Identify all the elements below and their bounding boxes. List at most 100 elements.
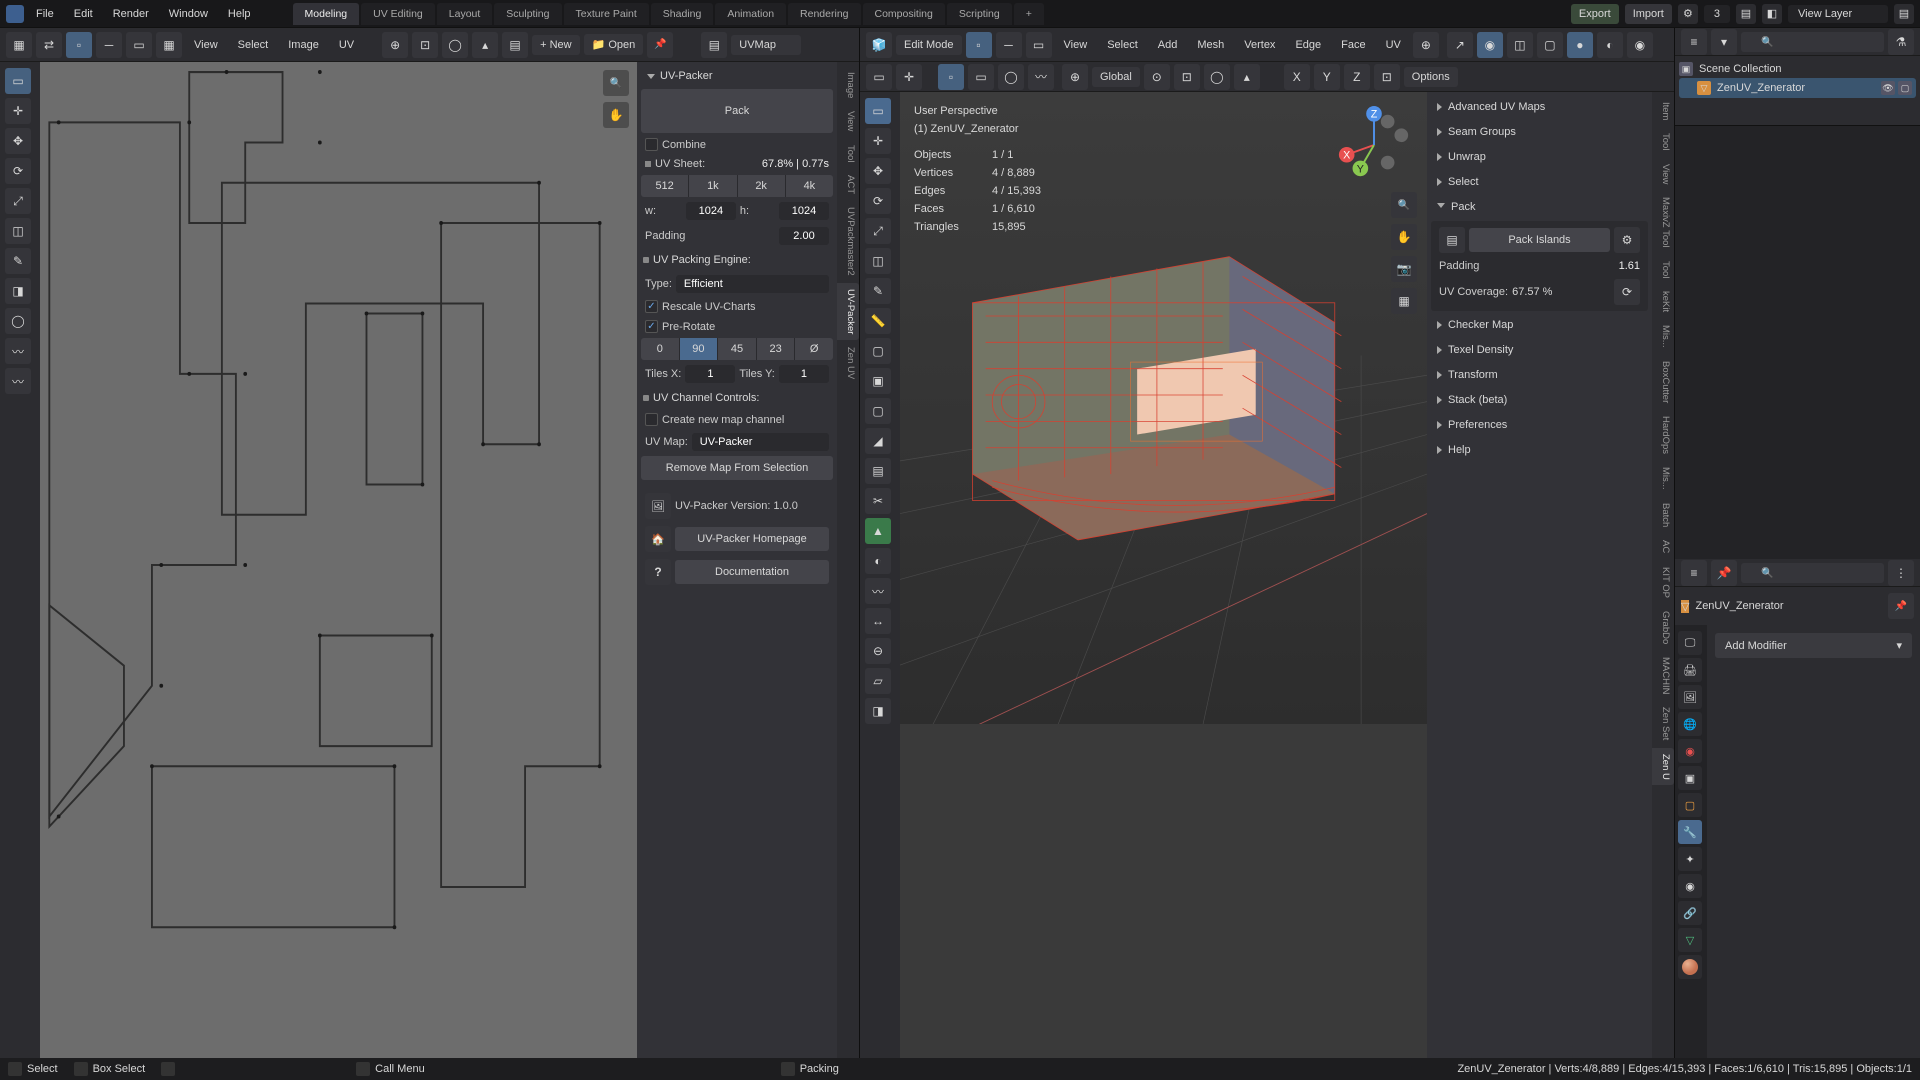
pack-settings-icon[interactable]: ⚙ [1614,227,1640,253]
vp-ntab[interactable]: View [1652,158,1674,190]
vp-cursor-icon[interactable]: ✛ [896,64,922,90]
rot-45-button[interactable]: 45 [718,338,757,360]
uv-menu-view[interactable]: View [186,35,226,55]
uv-tool-grab-icon[interactable]: ◯ [5,308,31,334]
tool-cursor-icon[interactable]: ✛ [865,128,891,154]
orientation-dropdown[interactable]: Global [1092,67,1140,87]
tool-loopcut-icon[interactable]: ▤ [865,458,891,484]
zen-section[interactable]: Advanced UV Maps [1431,96,1648,118]
vp-ntab[interactable]: GrabDo [1652,605,1674,650]
proptab-physics-icon[interactable]: ◉ [1678,874,1702,898]
res-1k-button[interactable]: 1k [689,175,737,197]
tool-rip-icon[interactable]: ◨ [865,698,891,724]
uv-pivot-icon[interactable]: ⊕ [382,32,408,58]
zen-section[interactable]: Texel Density [1431,339,1648,361]
vp-ntab[interactable]: keKit [1652,285,1674,318]
remove-map-button[interactable]: Remove Map From Selection [641,456,833,480]
uv-snap-icon[interactable]: ⊡ [412,32,438,58]
workspace-tab[interactable]: Compositing [863,3,945,25]
shading-rendered-icon[interactable]: ◉ [1627,32,1653,58]
proptab-modifier-icon[interactable]: 🔧 [1678,820,1702,844]
vp-menu-face[interactable]: Face [1333,35,1373,55]
uv-ntab[interactable]: UV-Packer [837,283,859,340]
scene-browse-icon[interactable]: ▤ [1736,4,1756,24]
vp-sellasso-icon[interactable]: 〰 [1028,64,1054,90]
workspace-tab[interactable]: Shading [651,3,714,25]
selmode-edge-icon[interactable]: ─ [996,32,1022,58]
tool-edgeslide-icon[interactable]: ↔ [865,608,891,634]
vp-ntab[interactable]: MaxivZ Tool [1652,191,1674,254]
uv-tool-rotate-icon[interactable]: ⟳ [5,158,31,184]
vp-ntab[interactable]: HardOps [1652,410,1674,460]
vp-menu-mesh[interactable]: Mesh [1189,35,1232,55]
proptab-view-icon[interactable]: 🖼 [1678,685,1702,709]
uv-menu-image[interactable]: Image [280,35,327,55]
workspace-tab[interactable]: Sculpting [494,3,561,25]
vp-menu-edge[interactable]: Edge [1287,35,1329,55]
uv-tool-pinch-icon[interactable]: 〰 [5,368,31,394]
uv-selmode-vertex-icon[interactable]: ▫ [66,32,92,58]
proptab-scene-icon[interactable]: 🌐 [1678,712,1702,736]
combine-checkbox[interactable] [645,138,658,151]
proptab-collection-icon[interactable]: ▣ [1678,766,1702,790]
viewlayer-dropdown[interactable]: View Layer [1788,5,1888,23]
props-editor-icon[interactable]: ≡ [1681,560,1707,586]
pin-icon[interactable] [647,32,673,58]
docs-button[interactable]: Documentation [675,560,829,584]
nav-gizmo[interactable]: X Y Z [1335,106,1413,184]
workspace-add[interactable]: + [1014,3,1044,25]
vp-ntab[interactable]: Mis... [1652,319,1674,354]
uv-selmode-edge-icon[interactable]: ─ [96,32,122,58]
coverage-refresh-icon[interactable]: ⟳ [1614,279,1640,305]
nav-persp-icon[interactable]: ▦ [1391,288,1417,314]
automerge-icon[interactable]: ⊡ [1374,64,1400,90]
tool-extrude-icon[interactable]: ▣ [865,368,891,394]
workspace-tab[interactable]: Texture Paint [564,3,649,25]
uv-menu-uv[interactable]: UV [331,35,362,55]
vp-ntab[interactable]: BoxCutter [1652,355,1674,409]
res-4k-button[interactable]: 4k [786,175,833,197]
zen-section[interactable]: Preferences [1431,414,1648,436]
vp-ntab[interactable]: Tool [1652,127,1674,156]
workspace-tab[interactable]: Animation [715,3,786,25]
proptab-output-icon[interactable]: 🖨 [1678,658,1702,682]
tool-polybuild-icon[interactable]: ▲ [865,518,891,544]
mode-dropdown[interactable]: Edit Mode [896,35,962,55]
prerotate-checkbox[interactable] [645,320,658,333]
tool-annotate-icon[interactable]: ✎ [865,278,891,304]
gizmo-toggle-icon[interactable]: ↗ [1447,32,1473,58]
uv-selmode-face-icon[interactable]: ▭ [126,32,152,58]
pivot-icon[interactable]: ⊙ [1144,64,1170,90]
uv-tool-select-icon[interactable]: ▭ [5,68,31,94]
rot-0-button[interactable]: 0 [641,338,680,360]
vp-ntab[interactable]: Mis... [1652,461,1674,496]
pack-button[interactable]: Pack [641,89,833,133]
uv-ntab[interactable]: Image [837,66,859,104]
workspace-tab[interactable]: Modeling [293,3,360,25]
viewport-3d[interactable]: User Perspective (1) ZenUV_Zenerator Obj… [900,92,1427,1058]
scene-number[interactable]: 3 [1704,5,1730,23]
uv-ntab[interactable]: View [837,105,859,137]
proptab-material-icon[interactable] [1678,955,1702,979]
uv-editor-canvas[interactable]: ✋ [40,62,637,1058]
uv-tool-relax-icon[interactable]: 〰 [5,338,31,364]
outliner-display-icon[interactable]: ▾ [1711,29,1737,55]
tool-measure-icon[interactable]: 📏 [865,308,891,334]
zen-section[interactable]: Checker Map [1431,314,1648,336]
workspace-tab[interactable]: Rendering [788,3,860,25]
tool-smooth-icon[interactable]: 〰 [865,578,891,604]
proptab-constraint-icon[interactable]: 🔗 [1678,901,1702,925]
nav-camera-icon[interactable]: 📷 [1391,256,1417,282]
vp-ntab[interactable]: MACHIN [1652,651,1674,700]
props-options-icon[interactable]: ⋮ [1888,560,1914,586]
vp-tweak-icon[interactable]: ▫ [938,64,964,90]
tool-rotate-icon[interactable]: ⟳ [865,188,891,214]
outliner-disable-icon[interactable]: ▢ [1898,81,1912,95]
proptab-world-icon[interactable]: ◉ [1678,739,1702,763]
falloff-icon[interactable]: ▴ [1234,64,1260,90]
viewlayer-new-icon[interactable]: ▤ [1894,4,1914,24]
vp-menu-uv[interactable]: UV [1378,35,1409,55]
zen-section-pack[interactable]: Pack [1431,196,1648,218]
editor-type-icon[interactable]: ▦ [6,32,32,58]
vp-ntab[interactable]: Tool [1652,255,1674,284]
